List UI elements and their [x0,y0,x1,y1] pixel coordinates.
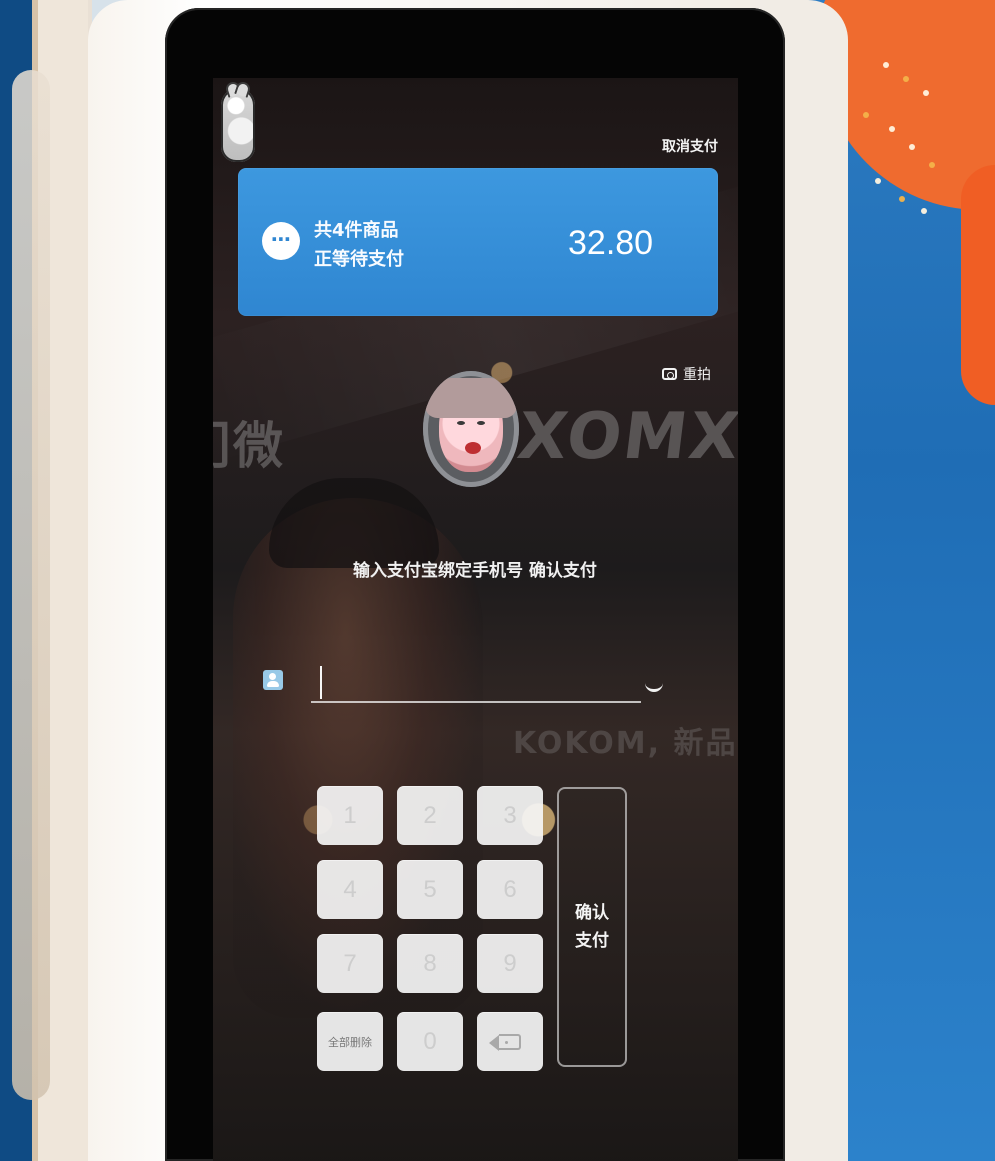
keypad-key-3[interactable]: 3 [477,786,543,845]
orange-decor-tail [961,165,995,405]
text-cursor [320,666,322,699]
payment-kiosk-scene: 门微 XOMX KOKOM, 新品 取消支付 ⋯ 共4件商品 正等待支付 32.… [0,0,995,1161]
keypad-key-1[interactable]: 1 [317,786,383,845]
kiosk-screen-frame: 门微 XOMX KOKOM, 新品 取消支付 ⋯ 共4件商品 正等待支付 32.… [165,8,785,1161]
decor-dot [883,62,889,68]
kiosk-display: 门微 XOMX KOKOM, 新品 取消支付 ⋯ 共4件商品 正等待支付 32.… [213,78,738,1161]
backspace-key[interactable] [477,1012,543,1071]
decor-dot [875,178,881,184]
decor-dot [929,162,935,168]
left-wall-panel [0,0,88,1161]
retake-photo-button[interactable]: 重拍 [662,364,711,384]
chevron-down-icon[interactable] [645,681,663,692]
decor-dot [923,90,929,96]
mascot-logo-icon [221,88,255,162]
camera-icon [662,368,677,380]
decor-dot [909,144,915,150]
confirm-payment-button[interactable]: 确认 支付 [557,787,627,1067]
face-mouth [465,442,481,454]
face-eye-right [477,421,485,425]
phone-entry-instruction: 输入支付宝绑定手机号 确认支付 [353,561,597,581]
order-payment-status: 正等待支付 [314,249,404,270]
reflected-store-sign-left: 门微 [213,417,285,475]
decor-dot [889,126,895,132]
keypad-key-9[interactable]: 9 [477,934,543,993]
keypad-key-5[interactable]: 5 [397,860,463,919]
decor-dot [863,112,869,118]
decor-dot [921,208,927,214]
user-icon [263,670,283,690]
keypad-key-6[interactable]: 6 [477,860,543,919]
keypad-key-2[interactable]: 2 [397,786,463,845]
order-summary-card: ⋯ 共4件商品 正等待支付 32.80 [238,168,718,316]
reflected-store-sign-lower: KOKOM, 新品 [513,726,738,761]
order-total-amount: 32.80 [568,224,654,262]
cancel-payment-button[interactable]: 取消支付 [662,136,718,156]
order-item-count: 共4件商品 [314,220,399,241]
face-eye-left [457,421,465,425]
reflected-store-sign-right: XOMX [513,400,738,474]
numeric-keypad: 1 2 3 4 5 6 7 8 9 全部删除 0 确认 支付 [317,786,655,1081]
retake-label: 重拍 [683,367,711,383]
decor-dot [899,196,905,202]
phone-number-input[interactable] [311,661,641,703]
captured-face-photo [425,378,517,472]
decor-dot [903,76,909,82]
face-recognition-avatar [423,371,519,487]
phone-number-entry[interactable] [263,661,693,706]
clear-all-key[interactable]: 全部删除 [317,1012,383,1071]
backspace-icon [489,1033,521,1051]
more-dots-icon: ⋯ [262,222,300,260]
keypad-key-8[interactable]: 8 [397,934,463,993]
keypad-key-4[interactable]: 4 [317,860,383,919]
keypad-key-7[interactable]: 7 [317,934,383,993]
keypad-key-0[interactable]: 0 [397,1012,463,1071]
